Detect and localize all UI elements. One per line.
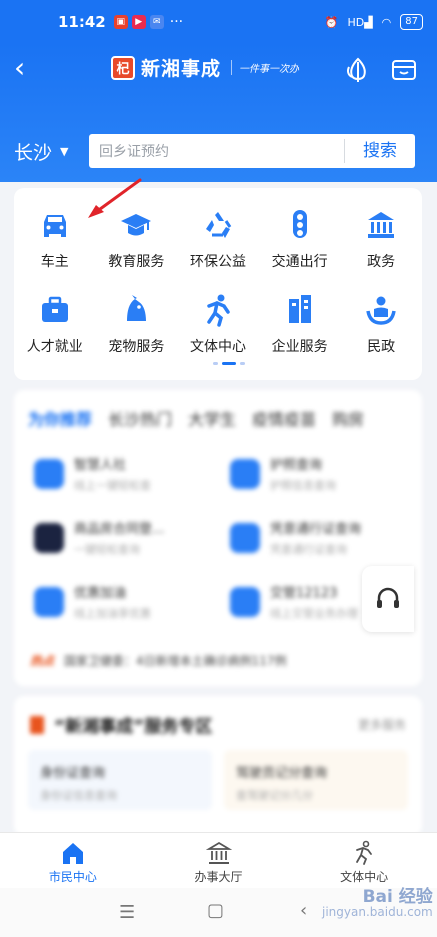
zone-item[interactable]: 驾驶员记分查询 查驾驶记分几分 — [224, 750, 408, 810]
list-item[interactable]: 凭意通行证查询 凭意通行证查询 — [230, 518, 361, 557]
app-slogan: 一件事一次办 — [231, 60, 299, 75]
permit-icon — [230, 522, 260, 553]
list-item[interactable]: 交管12123 线上交管业务办理 — [230, 582, 358, 621]
app-logo: 杞 新湘事成 一件事一次办 — [111, 54, 299, 81]
wifi-icon: ◠ — [381, 15, 392, 29]
logo-badge: 杞 — [111, 55, 135, 80]
tab-epidemic[interactable]: 疫情疫苗 — [252, 406, 316, 430]
baidu-watermark: Bai 经验 jingyan.baidu.com — [322, 887, 433, 920]
service-zone-card: “新湘事成”服务专区 更多服务 身份证查询 身份证信息查询 驾驶员记分查询 查驾… — [14, 696, 422, 836]
customer-service-button[interactable] — [362, 566, 414, 632]
service-civil-affairs[interactable]: 民政 — [340, 293, 422, 356]
recommend-card: 为你推荐 长沙热门 大学生 疫情疫苗 购房 智慧人社 线上一键轻松查 护照查询 护照… — [14, 390, 422, 686]
video-app-icon: ▶ — [131, 15, 146, 29]
service-culture-sports[interactable]: 文体中心 — [177, 293, 259, 356]
message-app-icon: ✉ — [149, 15, 164, 29]
tab-housing[interactable]: 购房 — [332, 406, 364, 430]
recycle-icon — [205, 212, 232, 238]
signal-icon: HD▟ — [347, 15, 373, 29]
service-grid-card: 车主 教育服务 环保公益 交通出行 政务 人才就业 宠物服务 文体中心 企业服务… — [14, 188, 422, 380]
runner-icon — [207, 294, 230, 327]
government-building-icon — [368, 212, 395, 238]
menu-nav-icon[interactable]: ☰ — [119, 902, 135, 923]
home-icon — [62, 843, 83, 864]
service-car-owner[interactable]: 车主 — [14, 208, 96, 271]
news-text: 国家卫健委：4日新增本土确诊病例117例 — [64, 654, 287, 668]
hall-icon — [205, 841, 232, 864]
tab-changsha-hot[interactable]: 长沙热门 — [108, 406, 172, 430]
leaf-icon[interactable] — [344, 56, 372, 84]
service-education[interactable]: 教育服务 — [96, 208, 178, 271]
tab-recommend[interactable]: 为你推荐 — [28, 406, 92, 430]
wallet-icon[interactable] — [390, 56, 418, 84]
fuel-icon — [34, 586, 64, 617]
list-item[interactable]: 护照查询 护照信息查询 — [230, 454, 336, 493]
briefcase-icon — [41, 296, 68, 322]
news-tag: 热点 — [30, 654, 55, 668]
home-nav-icon[interactable]: ▢ — [207, 900, 224, 921]
tab-culture-sports[interactable]: 文体中心 — [291, 833, 437, 888]
news-ticker[interactable]: 热点 国家卫健委：4日新增本土确诊病例117例 — [30, 652, 287, 669]
recommend-tabs: 为你推荐 长沙热门 大学生 疫情疫苗 购房 — [14, 390, 422, 430]
app-notification-icon: ▣ — [113, 15, 128, 29]
service-grid: 车主 教育服务 环保公益 交通出行 政务 人才就业 宠物服务 文体中心 企业服务… — [14, 208, 422, 356]
runner-icon — [356, 840, 373, 865]
service-traffic[interactable]: 交通出行 — [259, 208, 341, 271]
search-bar[interactable]: 回乡证预约 搜索 — [89, 134, 415, 168]
back-nav-icon[interactable]: ‹ — [300, 900, 307, 921]
app-name: 新湘事成 — [141, 58, 222, 80]
headset-icon — [377, 587, 399, 608]
graduation-cap-icon — [121, 214, 152, 236]
app-header: ‹ 杞 新湘事成 一件事一次办 长沙 ▼ 回乡证预约 搜索 — [0, 44, 437, 182]
traffic-light-icon — [292, 210, 307, 238]
bottom-tab-bar: 市民中心 办事大厅 文体中心 — [0, 832, 437, 888]
car-icon — [43, 215, 66, 237]
house-contract-icon — [34, 522, 64, 553]
shield-icon — [34, 458, 64, 489]
back-button[interactable]: ‹ — [14, 54, 25, 82]
battery-icon: 87 — [400, 14, 423, 30]
service-enterprise[interactable]: 企业服务 — [259, 293, 341, 356]
search-button[interactable]: 搜索 — [344, 139, 415, 163]
more-notifications-icon: ··· — [169, 14, 184, 30]
traffic-police-icon — [230, 586, 260, 617]
office-building-icon — [288, 295, 311, 323]
city-selector[interactable]: 长沙 — [14, 138, 52, 165]
list-item[interactable]: 商品房合同登... 一键轻松查询 — [34, 518, 164, 557]
zone-item[interactable]: 身份证查询 身份证信息查询 — [28, 750, 212, 810]
status-time: 11:42 — [58, 13, 106, 31]
search-input[interactable]: 回乡证预约 — [99, 141, 344, 161]
zone-title: “新湘事成”服务专区 — [54, 717, 213, 737]
list-item[interactable]: 优惠加油 线上加油享优惠 — [34, 582, 151, 621]
tab-students[interactable]: 大学生 — [188, 406, 236, 430]
grid-page-indicator — [213, 362, 245, 365]
status-bar: 11:42 ▣ ▶ ✉ ··· ⏰ HD▟ ◠ 87 — [0, 0, 437, 44]
service-government[interactable]: 政务 — [340, 208, 422, 271]
pet-icon — [127, 295, 147, 321]
list-item[interactable]: 智慧人社 线上一键轻松查 — [34, 454, 151, 493]
service-employment[interactable]: 人才就业 — [14, 293, 96, 356]
tab-citizen-center[interactable]: 市民中心 — [0, 833, 146, 888]
alarm-icon: ⏰ — [324, 15, 339, 29]
zone-badge-icon — [30, 715, 44, 734]
civil-affairs-icon — [366, 296, 396, 325]
city-dropdown-icon[interactable]: ▼ — [60, 145, 68, 158]
zone-more-link[interactable]: 更多服务 — [358, 716, 406, 733]
service-environment[interactable]: 环保公益 — [177, 208, 259, 271]
tab-service-hall[interactable]: 办事大厅 — [146, 833, 292, 888]
service-pet[interactable]: 宠物服务 — [96, 293, 178, 356]
passport-icon — [230, 458, 260, 489]
